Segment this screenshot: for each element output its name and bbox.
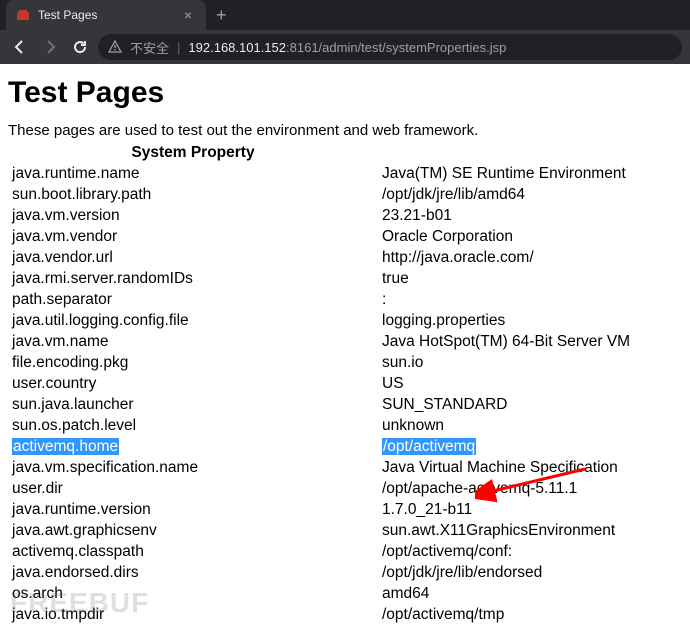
property-value: /opt/jdk/jre/lib/endorsed <box>378 562 682 583</box>
property-key: java.vm.name <box>8 331 378 352</box>
property-key: java.vm.version <box>8 205 378 226</box>
property-value: http://java.oracle.com/ <box>378 247 682 268</box>
table-row: java.vm.specification.nameJava Virtual M… <box>8 457 682 478</box>
back-button[interactable] <box>8 35 32 59</box>
table-row: activemq.home/opt/activemq <box>8 436 682 457</box>
table-row: java.vm.nameJava HotSpot(TM) 64-Bit Serv… <box>8 331 682 352</box>
property-value: Java HotSpot(TM) 64-Bit Server VM <box>378 331 682 352</box>
intro-text: These pages are used to test out the env… <box>8 122 682 139</box>
divider: | <box>177 40 180 55</box>
address-bar[interactable]: 不安全 | 192.168.101.152:8161/admin/test/sy… <box>98 34 682 60</box>
property-value: /opt/apache-activemq-5.11.1 <box>378 478 682 499</box>
insecure-label: 不安全 <box>130 38 169 57</box>
table-row: path.separator: <box>8 289 682 310</box>
property-value: Java Virtual Machine Specification <box>378 457 682 478</box>
table-row: activemq.classpath/opt/activemq/conf: <box>8 541 682 562</box>
table-row: java.awt.graphicsenvsun.awt.X11GraphicsE… <box>8 520 682 541</box>
property-value: /opt/activemq/tmp <box>378 604 682 625</box>
properties-table: System Property java.runtime.nameJava(TM… <box>8 143 682 625</box>
page-content: Test Pages These pages are used to test … <box>0 64 690 633</box>
property-value: Java(TM) SE Runtime Environment <box>378 163 682 184</box>
property-key: java.rmi.server.randomIDs <box>8 268 378 289</box>
table-row: java.runtime.nameJava(TM) SE Runtime Env… <box>8 163 682 184</box>
page-title: Test Pages <box>8 76 682 110</box>
property-value: /opt/jdk/jre/lib/amd64 <box>378 184 682 205</box>
favicon-icon <box>16 8 30 22</box>
table-row: file.encoding.pkgsun.io <box>8 352 682 373</box>
property-key: java.runtime.version <box>8 499 378 520</box>
property-key: sun.os.patch.level <box>8 415 378 436</box>
table-row: os.archamd64 <box>8 583 682 604</box>
property-value: logging.properties <box>378 310 682 331</box>
table-row: sun.java.launcherSUN_STANDARD <box>8 394 682 415</box>
property-key: user.dir <box>8 478 378 499</box>
table-row: java.vm.vendorOracle Corporation <box>8 226 682 247</box>
property-key: java.io.tmpdir <box>8 604 378 625</box>
property-key: java.awt.graphicsenv <box>8 520 378 541</box>
property-value: US <box>378 373 682 394</box>
tab-strip: Test Pages × + <box>0 0 690 30</box>
property-key: path.separator <box>8 289 378 310</box>
property-value: : <box>378 289 682 310</box>
property-key: java.vendor.url <box>8 247 378 268</box>
property-key: java.runtime.name <box>8 163 378 184</box>
property-key: java.endorsed.dirs <box>8 562 378 583</box>
property-key: sun.boot.library.path <box>8 184 378 205</box>
property-key: file.encoding.pkg <box>8 352 378 373</box>
property-value: SUN_STANDARD <box>378 394 682 415</box>
close-icon[interactable]: × <box>180 7 196 23</box>
browser-tab[interactable]: Test Pages × <box>6 0 206 30</box>
url-path: :8161/admin/test/systemProperties.jsp <box>286 40 506 55</box>
property-key: activemq.home <box>8 436 378 457</box>
table-row: java.vendor.urlhttp://java.oracle.com/ <box>8 247 682 268</box>
property-value: sun.io <box>378 352 682 373</box>
table-row: java.rmi.server.randomIDstrue <box>8 268 682 289</box>
table-row: java.vm.version23.21-b01 <box>8 205 682 226</box>
url-text: 192.168.101.152:8161/admin/test/systemPr… <box>188 40 506 55</box>
browser-chrome: Test Pages × + 不安全 | 192.168.101.152:816… <box>0 0 690 64</box>
property-value: /opt/activemq/conf: <box>378 541 682 562</box>
table-row: sun.os.patch.levelunknown <box>8 415 682 436</box>
insecure-icon <box>108 40 122 54</box>
forward-button[interactable] <box>38 35 62 59</box>
table-row: user.dir/opt/apache-activemq-5.11.1 <box>8 478 682 499</box>
table-row: java.util.logging.config.filelogging.pro… <box>8 310 682 331</box>
property-value: 23.21-b01 <box>378 205 682 226</box>
table-row: user.countryUS <box>8 373 682 394</box>
property-key: user.country <box>8 373 378 394</box>
table-row: java.runtime.version1.7.0_21-b11 <box>8 499 682 520</box>
col-header-val <box>378 143 682 163</box>
new-tab-button[interactable]: + <box>206 5 237 26</box>
property-value: unknown <box>378 415 682 436</box>
table-row: sun.boot.library.path/opt/jdk/jre/lib/am… <box>8 184 682 205</box>
col-header-key: System Property <box>8 143 378 163</box>
reload-button[interactable] <box>68 35 92 59</box>
table-row: java.endorsed.dirs/opt/jdk/jre/lib/endor… <box>8 562 682 583</box>
property-value: Oracle Corporation <box>378 226 682 247</box>
table-row: java.io.tmpdir/opt/activemq/tmp <box>8 604 682 625</box>
property-value: true <box>378 268 682 289</box>
property-key: java.vm.specification.name <box>8 457 378 478</box>
property-key: java.util.logging.config.file <box>8 310 378 331</box>
property-key: java.vm.vendor <box>8 226 378 247</box>
property-value: 1.7.0_21-b11 <box>378 499 682 520</box>
url-host: 192.168.101.152 <box>188 40 286 55</box>
toolbar: 不安全 | 192.168.101.152:8161/admin/test/sy… <box>0 30 690 64</box>
property-key: sun.java.launcher <box>8 394 378 415</box>
property-value: amd64 <box>378 583 682 604</box>
property-value: sun.awt.X11GraphicsEnvironment <box>378 520 682 541</box>
tab-title: Test Pages <box>38 8 172 22</box>
property-key: os.arch <box>8 583 378 604</box>
property-key: activemq.classpath <box>8 541 378 562</box>
property-value: /opt/activemq <box>378 436 682 457</box>
